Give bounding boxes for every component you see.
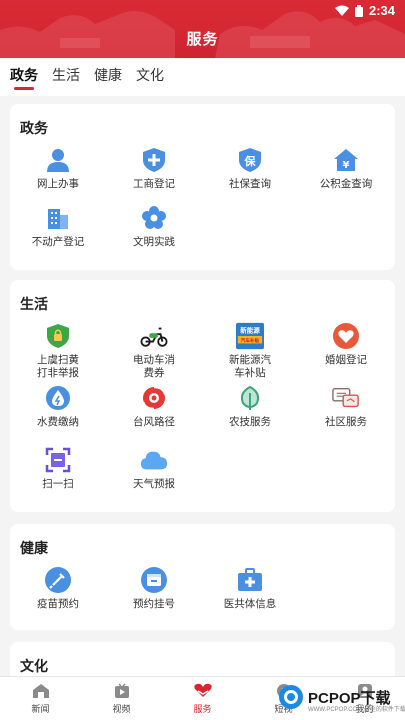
nav-service[interactable]: 服务 [162,677,243,720]
service-item-typhoon[interactable]: 台风路径 [106,384,202,446]
nav-label: 视频 [112,703,131,714]
service-item-ev-subsidy[interactable]: 新能源 汽车补贴 新能源汽 车补贴 [202,322,298,384]
medkit-icon [236,566,264,594]
status-time: 2:34 [368,3,395,18]
service-item-marriage[interactable]: 婚姻登记 [298,322,394,384]
service-label: 不动产登记 [31,236,85,248]
service-label: 天气预报 [133,478,175,490]
leaf-icon [236,384,264,412]
service-label: 上虞扫黄 打非举报 [37,354,79,379]
service-item-vaccine[interactable]: 疫苗预约 [10,566,106,624]
calendar-icon [140,566,168,594]
status-bar: 2:34 [334,3,395,18]
service-item-civilization[interactable]: 文明实践 [106,204,202,262]
header-banner: 2:34 服务 [0,0,405,58]
nav-news[interactable]: 新闻 [0,677,81,720]
tab-life[interactable]: 生活 [52,58,80,96]
nav-label: 新闻 [31,703,50,714]
service-label: 预约挂号 [133,598,175,610]
service-label: 网上办事 [37,178,79,190]
section-title: 健康 [20,540,48,556]
service-label: 医共体信息 [223,598,277,610]
service-item-report[interactable]: 上虞扫黄 打非举报 [10,322,106,384]
service-item-online[interactable]: 网上办事 [10,146,106,204]
category-tabs: 政务 生活 健康 文化 [0,58,405,96]
news-icon [32,683,49,698]
heart-icon [332,322,360,350]
typhoon-icon [140,384,168,412]
tab-culture[interactable]: 文化 [136,58,164,96]
cloud-icon [140,446,168,474]
government-section: 政务 网上办事 工商登记 保 社保查询 ¥ 公积金查询 不动产登记 文明实践 [10,104,395,270]
service-item-scan[interactable]: 扫一扫 [10,446,106,508]
service-item-community[interactable]: 社区服务 [298,384,394,446]
section-title: 生活 [20,296,48,312]
service-item-business[interactable]: 工商登记 [106,146,202,204]
service-item-water[interactable]: 水费缴纳 [10,384,106,446]
service-label: 扫一扫 [42,478,74,490]
flower-icon [140,204,168,232]
battery-icon [354,4,363,17]
service-label: 疫苗预约 [37,598,79,610]
service-label: 婚姻登记 [325,354,367,366]
page-title: 服务 [186,31,219,48]
service-item-agri-tech[interactable]: 农技服务 [202,384,298,446]
service-item-ebike-coupon[interactable]: 电动车消 费券 [106,322,202,384]
service-label: 新能源汽 车补贴 [229,354,271,379]
water-drop-icon [44,384,72,412]
service-label: 台风路径 [133,416,175,428]
nav-video[interactable]: 视频 [81,677,162,720]
scan-icon [44,446,72,474]
service-label: 工商登记 [133,178,175,190]
scooter-icon [140,322,168,350]
building-icon [44,204,72,232]
house-yuan-icon: ¥ [332,146,360,174]
syringe-icon [44,566,72,594]
service-item-appointment[interactable]: 预约挂号 [106,566,202,624]
life-section: 生活 上虞扫黄 打非举报 电动车消 费券 新能源 汽车补贴 新能源汽 车补贴 婚姻… [10,280,395,512]
video-icon [114,682,129,698]
service-label: 公积金查询 [319,178,373,190]
service-label: 社保查询 [229,178,271,190]
svg-text:保: 保 [244,154,257,168]
service-item-weather[interactable]: 天气预报 [106,446,202,508]
service-item-social-security[interactable]: 保 社保查询 [202,146,298,204]
pcpop-logo-icon [279,685,303,709]
section-title: 文化 [20,658,48,674]
service-label: 农技服务 [229,416,271,428]
section-title: 政务 [20,120,48,136]
tab-health[interactable]: 健康 [94,58,122,96]
service-item-medical-group[interactable]: 医共体信息 [202,566,298,624]
nav-label: 服务 [193,703,212,714]
svg-text:新能源: 新能源 [240,325,260,334]
shield-bao-icon: 保 [236,146,264,174]
shield-plus-icon [140,146,168,174]
service-item-housing-fund[interactable]: ¥ 公积金查询 [298,146,394,204]
service-item-real-estate[interactable]: 不动产登记 [10,204,106,262]
svg-text:¥: ¥ [343,160,350,171]
health-section: 健康 疫苗预约 预约挂号 医共体信息 [10,524,395,630]
wifi-icon [334,5,349,16]
user-icon [44,146,72,174]
watermark: PCPOP下载 WWW.PCPOP.COM 最全的软件下载 [278,684,405,713]
service-label: 电动车消 费券 [133,354,175,379]
tab-government[interactable]: 政务 [10,58,38,96]
service-label: 社区服务 [325,416,367,428]
ev-subsidy-icon: 新能源 汽车补贴 [236,322,264,350]
heart-hand-icon [193,683,212,697]
chat-icon [332,384,360,412]
lock-shield-icon [44,322,72,350]
service-label: 水费缴纳 [37,416,79,428]
service-label: 文明实践 [133,236,175,248]
watermark-sub: WWW.PCPOP.COM 最全的软件下载 [308,707,405,713]
